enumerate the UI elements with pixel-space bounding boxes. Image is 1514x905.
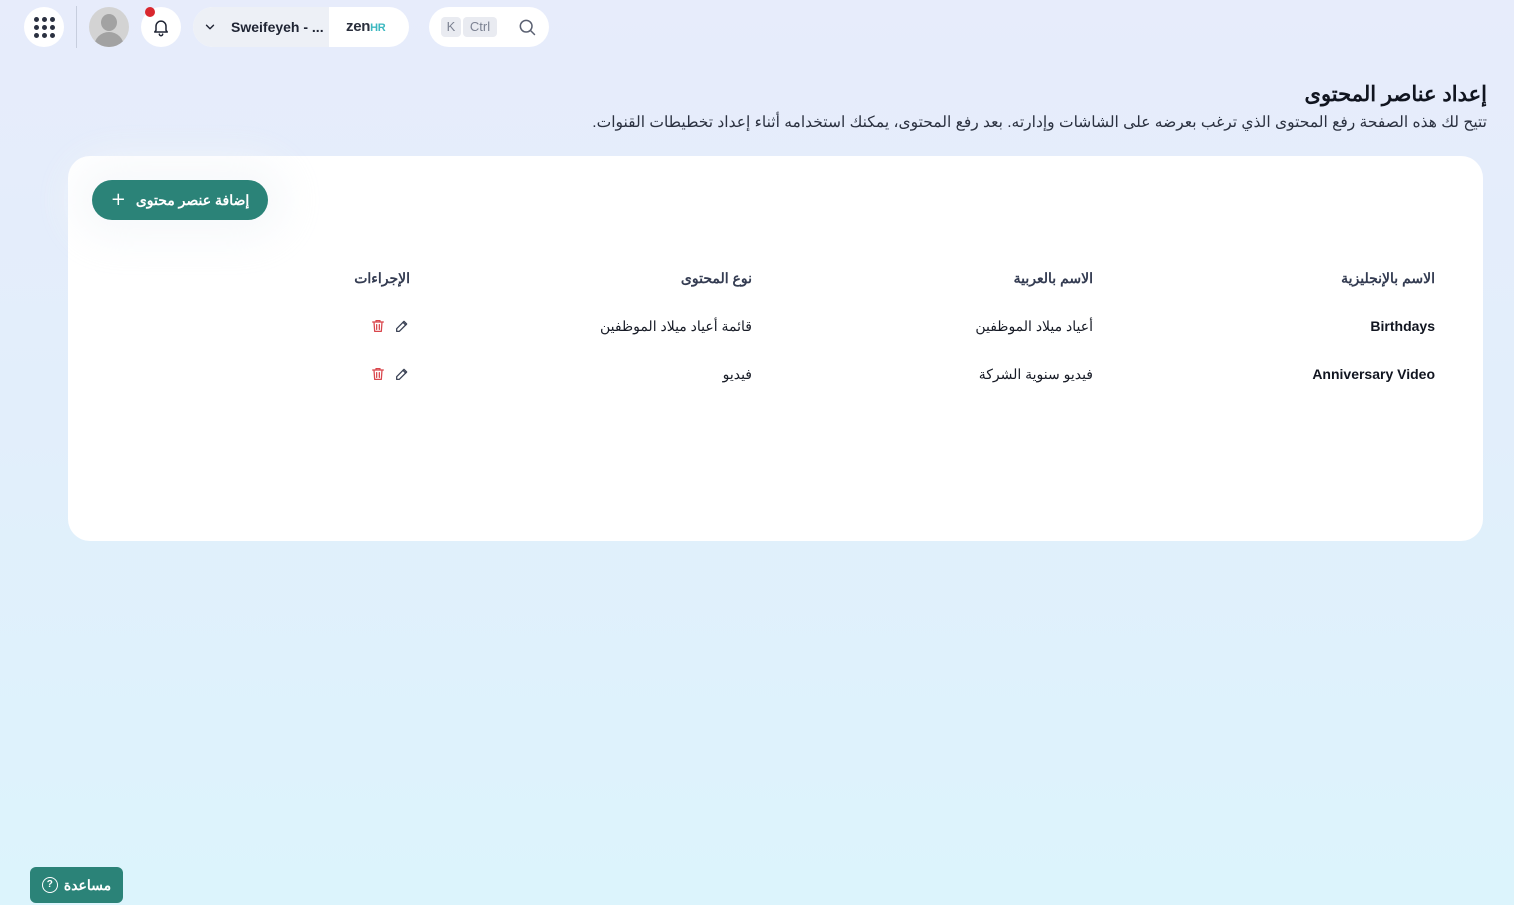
search-icon (519, 19, 536, 36)
bell-icon (154, 20, 168, 37)
help-button[interactable]: مساعدة ? (30, 867, 123, 903)
divider (76, 6, 77, 48)
header-name-ar: الاسم بالعربية (1013, 270, 1093, 286)
header-content-type: نوع المحتوى (680, 270, 752, 286)
company-selector[interactable]: Sweifeyeh - ... (193, 7, 329, 47)
chevron-down-icon (203, 20, 217, 34)
edit-icon[interactable] (394, 318, 410, 334)
add-button-label: إضافة عنصر محتوى (135, 191, 250, 208)
apps-grid-icon (33, 16, 55, 38)
avatar[interactable] (89, 7, 129, 47)
trash-icon[interactable] (370, 366, 386, 382)
help-icon: ? (41, 877, 58, 893)
header-name-en: الاسم بالإنجليزية (1341, 270, 1435, 286)
content-items-card: إضافة عنصر محتوى + الاسم بالإنجليزية الا… (68, 156, 1483, 541)
plus-icon: + (110, 189, 126, 210)
page-title: إعداد عناصر المحتوى (1304, 83, 1487, 106)
notifications-button[interactable] (141, 7, 181, 47)
row-1-name-ar: أعياد ميلاد الموظفين (975, 318, 1093, 334)
row-2-actions (370, 366, 410, 382)
row-2-name-en: Anniversary Video (1312, 366, 1435, 382)
shortcut-key-k: K (441, 17, 461, 37)
apps-menu-button[interactable] (24, 7, 64, 47)
row-2-content-type: فيديو (722, 366, 752, 382)
help-label: مساعدة (63, 876, 112, 893)
zenhr-logo: zenHR (346, 18, 386, 35)
page-description: تتيح لك هذه الصفحة رفع المحتوى الذي ترغب… (592, 114, 1487, 131)
header-actions: الإجراءات (354, 270, 410, 286)
company-name: Sweifeyeh - ... (231, 19, 324, 35)
row-1-content-type: قائمة أعياد ميلاد الموظفين (600, 318, 752, 334)
add-content-item-button[interactable]: إضافة عنصر محتوى + (92, 180, 268, 220)
notification-dot (145, 7, 155, 17)
search-box[interactable]: K Ctrl (429, 7, 549, 47)
row-1-actions (370, 318, 410, 334)
company-switcher[interactable]: Sweifeyeh - ... zenHR (193, 7, 409, 47)
row-2-name-ar: فيديو سنوية الشركة (978, 366, 1093, 382)
trash-icon[interactable] (370, 318, 386, 334)
top-bar: Sweifeyeh - ... zenHR K Ctrl (0, 0, 1514, 54)
edit-icon[interactable] (394, 366, 410, 382)
shortcut-key-ctrl: Ctrl (463, 17, 497, 37)
row-1-name-en: Birthdays (1370, 318, 1435, 334)
